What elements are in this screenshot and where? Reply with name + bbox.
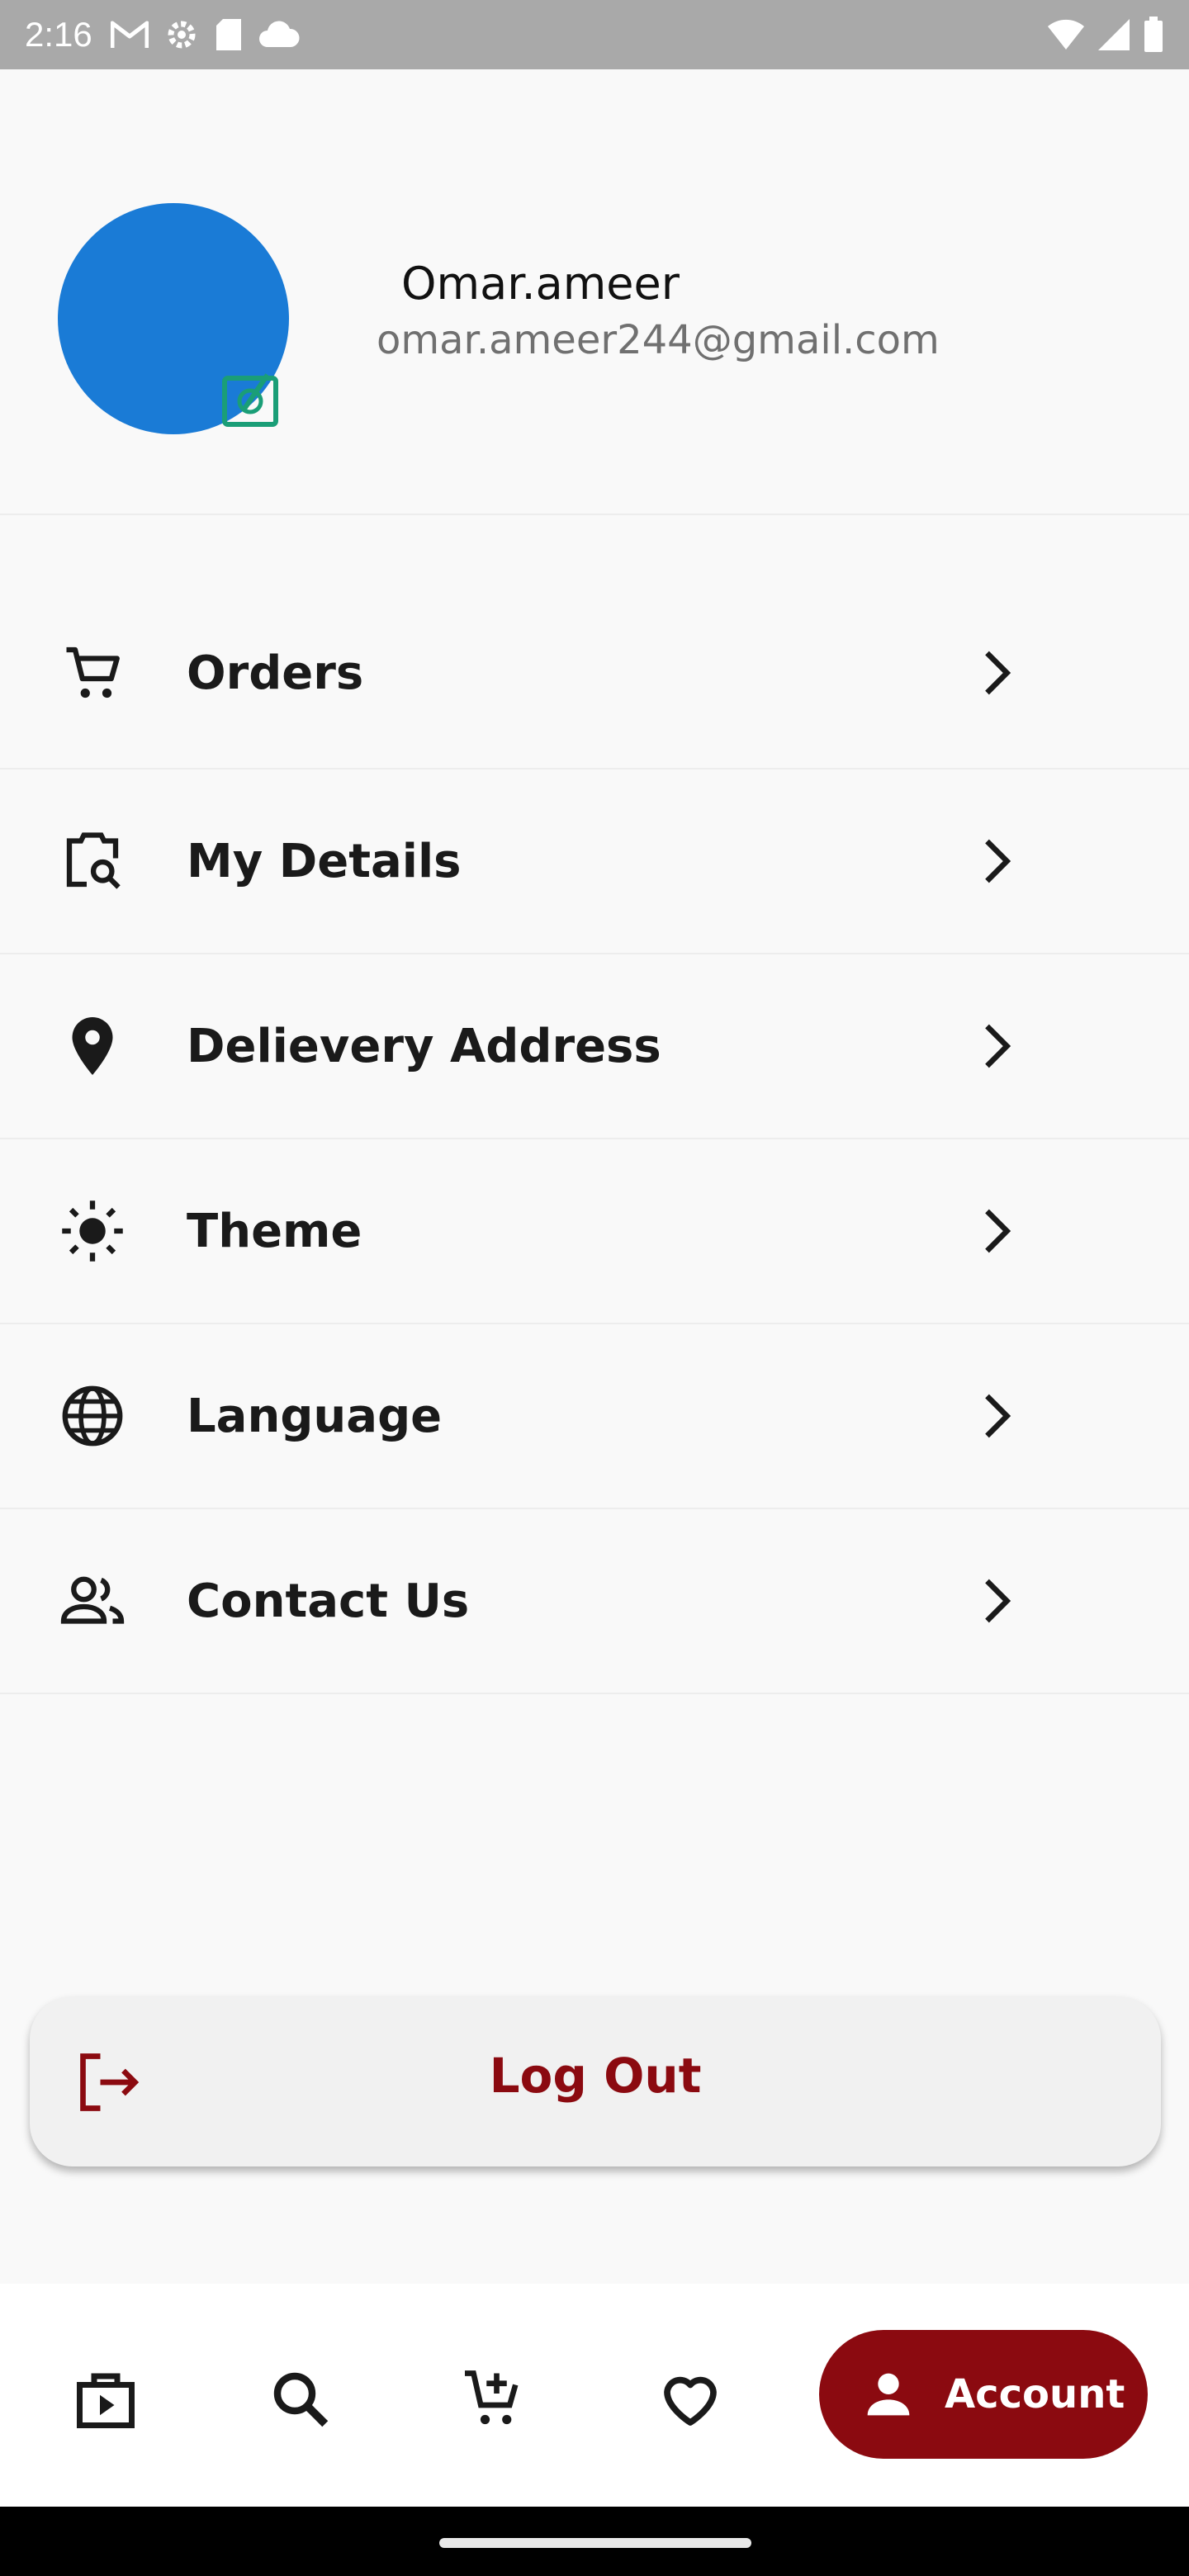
menu-item-label: Orders bbox=[187, 646, 364, 700]
bottom-nav: Account bbox=[0, 2284, 1189, 2507]
chevron-right-icon bbox=[966, 1201, 1026, 1261]
menu-item-label: Delievery Address bbox=[187, 1019, 661, 1073]
people-icon bbox=[58, 1566, 127, 1636]
nav-account-label: Account bbox=[945, 2371, 1125, 2417]
profile-header: Omar.ameer omar.ameer244@gmail.com bbox=[0, 69, 1189, 515]
nav-favorites[interactable] bbox=[656, 2365, 725, 2434]
sun-icon bbox=[58, 1196, 127, 1266]
profile-email: omar.ameer244@gmail.com bbox=[377, 317, 940, 363]
location-pin-icon bbox=[58, 1011, 127, 1081]
signal-icon bbox=[1097, 17, 1131, 52]
nav-search[interactable] bbox=[266, 2365, 335, 2434]
profile-name: Omar.ameer bbox=[401, 258, 680, 310]
sd-card-icon bbox=[215, 17, 243, 52]
heart-icon bbox=[656, 2365, 725, 2434]
cart-icon bbox=[58, 638, 127, 708]
menu-item-language[interactable]: Language bbox=[0, 1324, 1189, 1509]
home-gesture-handle[interactable] bbox=[439, 2538, 751, 2548]
status-bar: 2:16 bbox=[0, 0, 1189, 69]
menu-item-theme[interactable]: Theme bbox=[0, 1139, 1189, 1324]
menu-item-label: Language bbox=[187, 1389, 443, 1443]
menu-item-my-details[interactable]: My Details bbox=[0, 769, 1189, 954]
cart-add-icon bbox=[459, 2365, 528, 2434]
menu-item-label: Contact Us bbox=[187, 1574, 470, 1628]
globe-icon bbox=[58, 1381, 127, 1451]
chevron-right-icon bbox=[966, 831, 1026, 891]
menu-item-delivery-address[interactable]: Delievery Address bbox=[0, 954, 1189, 1139]
wifi-icon bbox=[1047, 18, 1085, 51]
cloud-icon bbox=[258, 21, 301, 49]
status-time: 2:16 bbox=[25, 15, 92, 54]
settings-icon bbox=[163, 17, 200, 53]
menu-item-label: My Details bbox=[187, 834, 462, 888]
chevron-right-icon bbox=[966, 1386, 1026, 1446]
chevron-right-icon bbox=[966, 643, 1026, 703]
shop-icon bbox=[71, 2365, 140, 2434]
logout-button[interactable]: Log Out bbox=[30, 1996, 1161, 2166]
chevron-right-icon bbox=[966, 1571, 1026, 1631]
menu-item-contact-us[interactable]: Contact Us bbox=[0, 1509, 1189, 1694]
menu-item-orders[interactable]: Orders bbox=[0, 578, 1189, 769]
menu-item-label: Theme bbox=[187, 1204, 362, 1258]
battery-icon bbox=[1143, 17, 1164, 53]
account-menu: Orders My Details Delievery Address Them… bbox=[0, 578, 1189, 1694]
nav-cart[interactable] bbox=[459, 2365, 528, 2434]
nav-account[interactable]: Account bbox=[819, 2330, 1148, 2459]
person-icon bbox=[857, 2363, 920, 2426]
search-icon bbox=[266, 2365, 335, 2434]
system-navigation-bar bbox=[0, 2507, 1189, 2576]
chevron-right-icon bbox=[966, 1016, 1026, 1076]
gmail-icon bbox=[110, 20, 149, 50]
logout-label: Log Out bbox=[489, 2048, 702, 2104]
camera-edit-icon[interactable] bbox=[220, 368, 281, 429]
details-icon bbox=[58, 826, 127, 896]
nav-shop[interactable] bbox=[71, 2365, 140, 2434]
